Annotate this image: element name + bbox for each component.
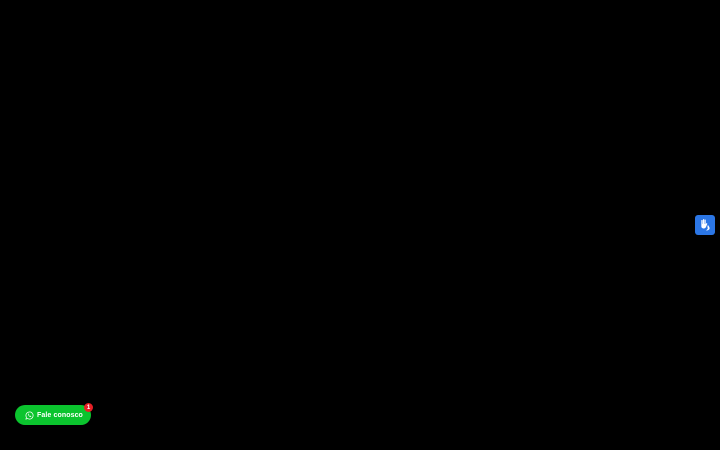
notification-badge: 1 (84, 403, 93, 412)
sign-language-hands-icon (698, 218, 712, 232)
whatsapp-chat-button[interactable]: Fale conosco (15, 405, 91, 425)
accessibility-widget-button[interactable] (695, 215, 715, 235)
whatsapp-button-label: Fale conosco (37, 411, 83, 419)
page-background: Fale conosco 1 (0, 0, 720, 450)
whatsapp-icon (25, 411, 34, 420)
